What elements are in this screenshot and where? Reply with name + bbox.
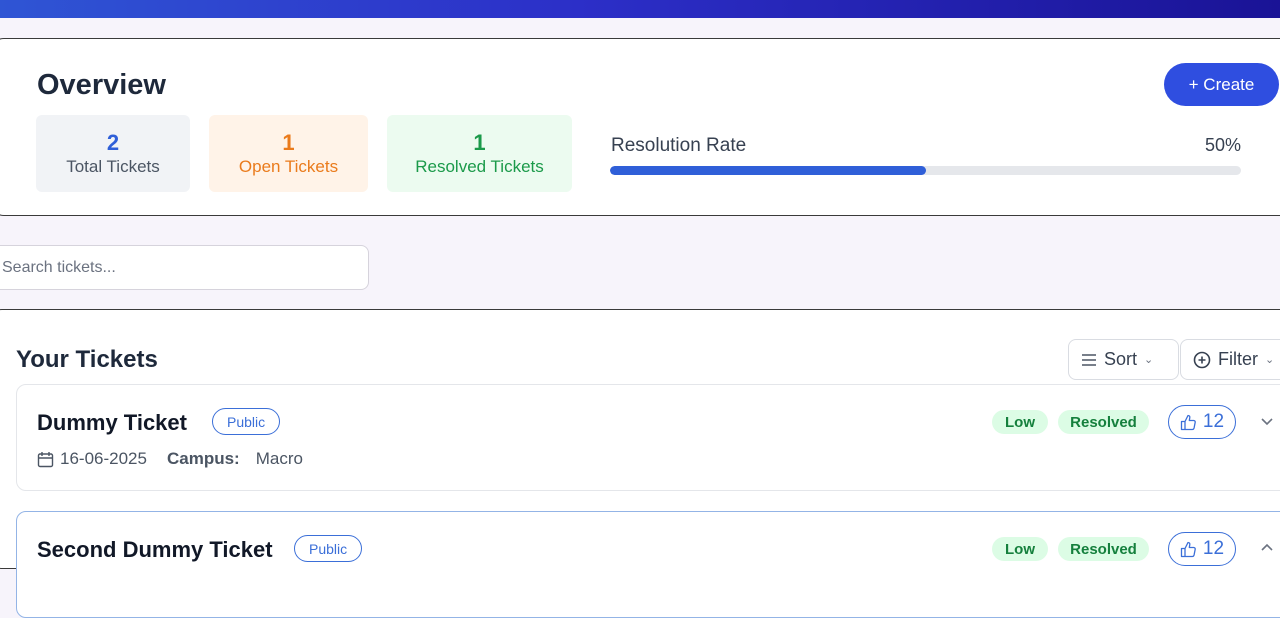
like-button[interactable]: 12	[1168, 532, 1236, 566]
status-badge: Resolved	[1058, 410, 1149, 434]
ticket-date: 16-06-2025	[60, 449, 147, 468]
plus-circle-icon	[1193, 351, 1211, 368]
campus-value: Macro	[255, 449, 303, 468]
thumbs-up-icon	[1180, 414, 1196, 430]
ticket-card[interactable]: Dummy Ticket Public 16-06-2025 Campus: M…	[16, 384, 1280, 491]
chevron-up-icon[interactable]	[1257, 538, 1277, 558]
stat-total-value: 2	[106, 129, 120, 155]
visibility-badge: Public	[212, 408, 281, 435]
stat-open-value: 1	[282, 129, 295, 155]
chevron-down-icon[interactable]	[1257, 411, 1277, 431]
campus-key: Campus:	[166, 449, 240, 468]
priority-badge: Low	[992, 537, 1048, 561]
overview-title: Overview	[37, 69, 166, 101]
thumbs-up-icon	[1180, 541, 1196, 557]
stat-open-tickets: 1 Open Tickets	[209, 115, 368, 192]
sort-button[interactable]: Sort ⌄	[1068, 339, 1179, 380]
ticket-name: Dummy Ticket	[37, 410, 187, 435]
calendar-icon	[37, 451, 54, 467]
ticket-meta: 16-06-2025 Campus: Macro	[37, 449, 303, 469]
overview-card: Overview + Create 2 Total Tickets 1 Open…	[0, 38, 1280, 216]
tickets-panel: Your Tickets Sort ⌄ Filter ⌄ Dummy Ticke…	[0, 309, 1280, 618]
stat-total-label: Total Tickets	[66, 156, 160, 176]
resolution-rate-value: 50%	[1204, 135, 1241, 155]
sort-label: Sort	[1104, 349, 1138, 369]
stat-resolved-label: Resolved Tickets	[415, 156, 544, 176]
ticket-card[interactable]: Second Dummy Ticket Public Low Resolved …	[16, 511, 1280, 618]
like-count: 12	[1202, 411, 1225, 432]
resolution-progress-bar	[610, 166, 1241, 175]
search-input[interactable]	[0, 245, 369, 290]
stat-resolved-value: 1	[473, 129, 486, 155]
menu-lines-icon	[1082, 353, 1096, 366]
create-ticket-button[interactable]: + Create	[1164, 63, 1279, 106]
stat-open-label: Open Tickets	[238, 156, 339, 176]
ticket-name: Second Dummy Ticket	[37, 537, 273, 562]
like-button[interactable]: 12	[1168, 405, 1236, 439]
priority-badge: Low	[992, 410, 1048, 434]
filter-button[interactable]: Filter ⌄	[1180, 339, 1280, 380]
like-count: 12	[1202, 538, 1225, 559]
chevron-down-icon: ⌄	[1265, 354, 1275, 366]
tickets-title: Your Tickets	[16, 346, 158, 373]
filter-label: Filter	[1218, 349, 1258, 369]
status-badge: Resolved	[1058, 537, 1149, 561]
resolution-progress-fill	[610, 166, 926, 175]
chevron-down-icon: ⌄	[1144, 354, 1154, 366]
stat-resolved-tickets: 1 Resolved Tickets	[387, 115, 572, 192]
stat-total-tickets: 2 Total Tickets	[36, 115, 190, 192]
top-header-bar	[0, 0, 1280, 18]
resolution-rate-label: Resolution Rate	[611, 135, 747, 156]
